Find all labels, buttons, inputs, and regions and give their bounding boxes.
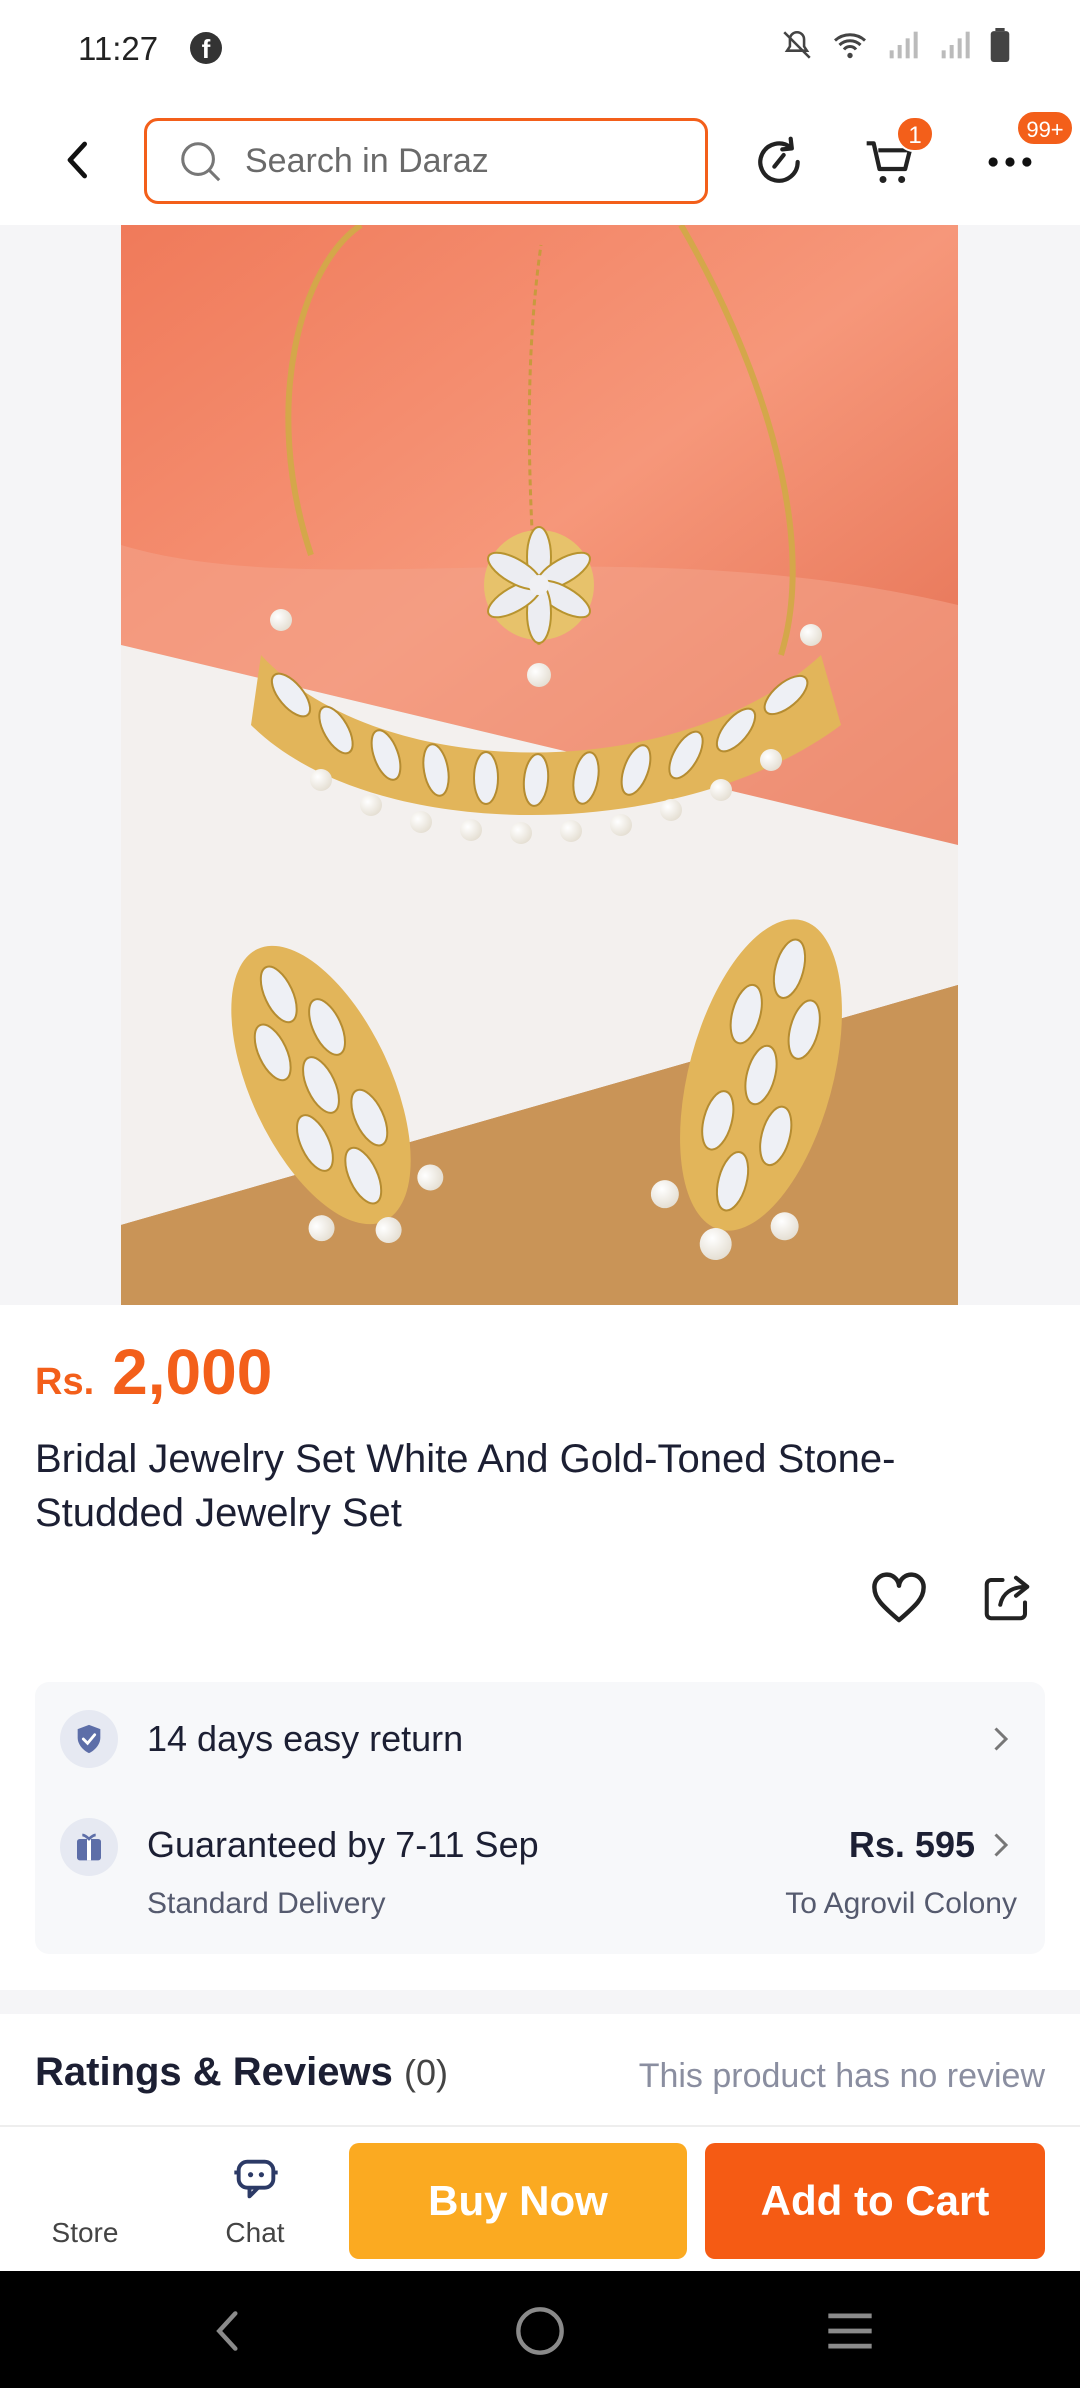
nav-home-icon — [516, 2307, 564, 2355]
status-icons — [780, 28, 1010, 62]
product-image[interactable] — [121, 225, 958, 1305]
delivery-guarantee: Guaranteed by 7-11 Sep — [147, 1824, 539, 1865]
share-button[interactable] — [974, 1565, 1040, 1631]
chevron-right-icon — [994, 1727, 1009, 1751]
product-price: Rs. 2,000 — [35, 1335, 272, 1409]
wishlist-button[interactable] — [866, 1565, 932, 1631]
add-to-cart-button[interactable]: Add to Cart — [705, 2143, 1045, 2259]
more-dots-icon — [988, 157, 1032, 167]
delivery-box-icon — [60, 1818, 118, 1876]
search-input[interactable] — [245, 141, 685, 181]
search-icon — [181, 142, 221, 182]
product-title: Bridal Jewelry Set White And Gold-Toned … — [35, 1437, 896, 1535]
bottom-action-bar: Store Chat Buy Now Add to Cart — [0, 2125, 1080, 2271]
ratings-count: (0) — [404, 2052, 449, 2093]
delivery-price: Rs. 595 — [848, 1824, 975, 1865]
refresh-history-icon — [758, 136, 800, 183]
store-label: Store — [51, 2217, 119, 2248]
section-divider — [0, 1990, 1080, 2014]
history-button[interactable] — [747, 130, 811, 194]
chat-label: Chat — [225, 2217, 285, 2248]
nav-menu-icon — [828, 2313, 872, 2349]
service-card: 14 days easy return Guaranteed by 7-11 S… — [35, 1682, 1045, 1954]
buy-now-button[interactable]: Buy Now — [349, 2143, 687, 2259]
facebook-icon: f — [190, 32, 222, 64]
chevron-right-icon — [994, 1833, 1009, 1857]
more-button[interactable]: 99+ — [978, 110, 1074, 194]
system-nav-bar — [0, 2271, 1080, 2388]
nav-recents-button[interactable] — [818, 2299, 882, 2363]
cart-button[interactable]: 1 — [858, 116, 934, 194]
battery-icon — [990, 28, 1010, 62]
status-time: 11:27 — [78, 30, 159, 67]
cart-badge: 1 — [896, 116, 934, 152]
return-policy-row[interactable]: 14 days easy return — [35, 1682, 1045, 1794]
delivery-row[interactable]: Guaranteed by 7-11 Sep Standard Delivery… — [35, 1794, 1045, 1954]
signal-icon — [889, 31, 918, 59]
chat-robot-icon — [234, 2159, 278, 2199]
signal-icon — [941, 31, 970, 59]
back-button[interactable] — [48, 130, 108, 190]
status-bar: 11:27 f — [0, 0, 1080, 100]
chat-button[interactable]: Chat — [190, 2141, 320, 2257]
shield-check-icon — [60, 1710, 118, 1768]
header: 1 99+ — [0, 100, 1080, 225]
ratings-header[interactable]: Ratings & Reviews (0) — [35, 2050, 448, 2095]
price-currency: Rs. — [35, 1361, 95, 1403]
share-icon — [984, 1575, 1030, 1621]
wifi-icon — [834, 33, 866, 59]
no-review-text: This product has no review — [638, 2057, 1045, 2095]
return-text: 14 days easy return — [147, 1718, 464, 1759]
chevron-left-icon — [67, 141, 87, 179]
heart-icon — [872, 1572, 926, 1623]
price-amount: 2,000 — [112, 1336, 273, 1408]
store-button[interactable]: Store — [20, 2147, 150, 2257]
nav-home-button[interactable] — [508, 2299, 572, 2363]
delivery-type: Standard Delivery — [147, 1887, 386, 1920]
messages-badge: 99+ — [1016, 110, 1074, 146]
delivery-location: To Agrovil Colony — [785, 1887, 1017, 1920]
nav-back-button[interactable] — [196, 2299, 260, 2363]
ratings-title: Ratings & Reviews — [35, 2050, 393, 2094]
search-bar[interactable] — [144, 118, 708, 204]
product-gallery[interactable] — [0, 225, 1080, 1305]
nav-back-icon — [216, 2311, 238, 2351]
mute-bell-icon — [783, 30, 811, 59]
